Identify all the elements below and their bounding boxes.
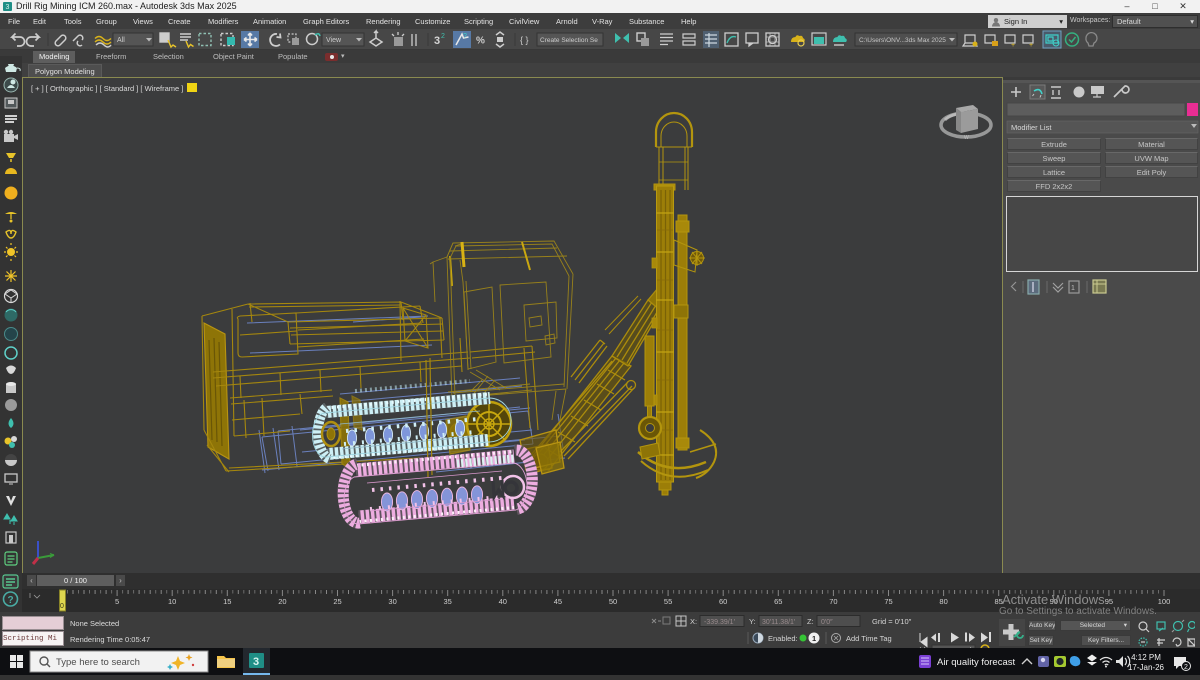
svg-text:55: 55 (664, 597, 672, 606)
svg-text:4:12 PM: 4:12 PM (1131, 653, 1161, 662)
svg-text:Create Selection Se: Create Selection Se (540, 37, 598, 44)
svg-text:10: 10 (168, 597, 176, 606)
svg-text:Modifier List: Modifier List (1011, 123, 1052, 132)
svg-text:3: 3 (434, 35, 440, 47)
svg-text:C:\Users\ONV...3ds Max 2025: C:\Users\ONV...3ds Max 2025 (859, 37, 946, 44)
svg-text:2: 2 (441, 33, 445, 40)
svg-text:+: + (1029, 42, 1033, 49)
svg-text:+: + (1011, 42, 1015, 49)
svg-text:30: 30 (388, 597, 396, 606)
svg-text:All: All (117, 37, 125, 44)
svg-text:25: 25 (333, 597, 341, 606)
svg-text:30′11.38/1′: 30′11.38/1′ (762, 619, 796, 626)
svg-text:65: 65 (774, 597, 782, 606)
svg-text:Y:: Y: (749, 617, 756, 626)
svg-text:Grid = 0′10″: Grid = 0′10″ (872, 617, 912, 626)
svg-text:70: 70 (829, 597, 837, 606)
svg-text:0′0″: 0′0″ (821, 619, 833, 626)
svg-text:Enabled:: Enabled: (768, 634, 798, 643)
svg-text:2: 2 (1184, 664, 1188, 671)
svg-text:20: 20 (278, 597, 286, 606)
svg-text:View: View (326, 37, 342, 44)
svg-text:Air quality forecast: Air quality forecast (937, 657, 1016, 668)
svg-text:1: 1 (812, 634, 816, 643)
svg-text:60: 60 (719, 597, 727, 606)
svg-text:95: 95 (1105, 597, 1113, 606)
svg-text:0: 0 (60, 603, 64, 610)
svg-text:15: 15 (223, 597, 231, 606)
svg-text:Type here to search: Type here to search (56, 657, 140, 668)
svg-text:80: 80 (939, 597, 947, 606)
svg-text:?: ? (8, 595, 14, 606)
svg-text:40: 40 (499, 597, 507, 606)
svg-text:50: 50 (609, 597, 617, 606)
svg-text:17-Jan-26: 17-Jan-26 (1128, 663, 1165, 672)
svg-text:3: 3 (253, 656, 259, 668)
svg-text:X:: X: (690, 617, 697, 626)
svg-text:?: ? (463, 33, 467, 40)
svg-text:Z:: Z: (807, 617, 814, 626)
svg-text:%: % (476, 36, 485, 47)
svg-text:W: W (964, 135, 969, 141)
svg-text:{ }: { } (520, 35, 529, 45)
svg-text:35: 35 (444, 597, 452, 606)
svg-text:100: 100 (1158, 597, 1171, 606)
svg-text:45: 45 (554, 597, 562, 606)
svg-text:5: 5 (115, 597, 119, 606)
svg-text:1: 1 (1071, 285, 1075, 292)
svg-text:-339.39/1′: -339.39/1′ (704, 619, 736, 626)
svg-text:75: 75 (884, 597, 892, 606)
